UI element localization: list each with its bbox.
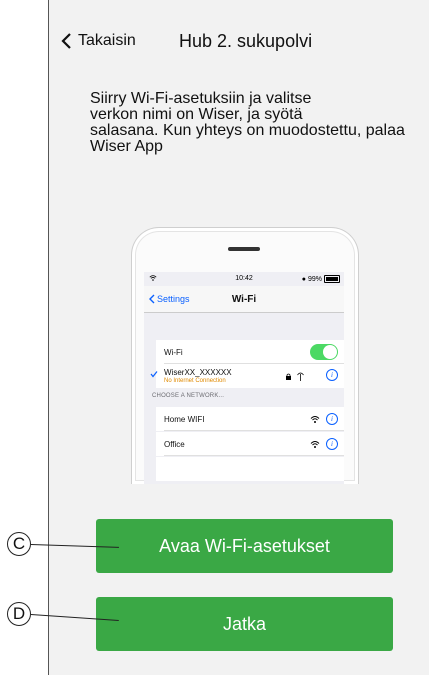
- callout-c-label: C: [7, 532, 31, 556]
- wifi-icon: [310, 416, 320, 423]
- connected-network-row: WiserXX_XXXXXX No Internet Connection i: [150, 364, 344, 388]
- header: Takaisin Hub 2. sukupolvi: [57, 28, 429, 58]
- ios-nav-title: Wi-Fi: [231, 294, 257, 305]
- info-icon: i: [326, 413, 338, 425]
- back-button[interactable]: Takaisin: [60, 32, 136, 50]
- battery-percent: 99%: [307, 275, 322, 283]
- chevron-left-icon: [61, 33, 71, 49]
- info-icon: i: [326, 369, 338, 381]
- hotspot-icon: [297, 372, 304, 381]
- page-title: Hub 2. sukupolvi: [179, 31, 313, 51]
- battery-indicator: ● 99%: [302, 275, 340, 283]
- checkmark-icon: [150, 371, 158, 378]
- no-internet-warning: No Internet Connection: [164, 378, 226, 384]
- connected-network-name: WiserXX_XXXXXX: [164, 368, 232, 377]
- phone-screen: 10:42 ● 99% Settings Wi-Fi Wi-Fi WiserXX…: [144, 272, 344, 484]
- instructions-text: Siirry Wi-Fi-asetuksiin ja valitse verko…: [90, 90, 405, 155]
- info-icon: i: [326, 438, 338, 450]
- network-row-partial: [156, 457, 344, 481]
- lock-icon: [286, 373, 291, 380]
- phone-speaker: [228, 247, 260, 251]
- network-name: Home WIFI: [164, 415, 205, 424]
- wifi-toggle: [310, 344, 338, 360]
- continue-button[interactable]: Jatka: [96, 597, 393, 651]
- network-row: Home WIFI i: [156, 407, 344, 431]
- open-wifi-settings-button[interactable]: Avaa Wi-Fi-asetukset: [96, 519, 393, 573]
- battery-icon: [324, 275, 340, 283]
- wifi-icon: [310, 441, 320, 448]
- app-screen: Takaisin Hub 2. sukupolvi Siirry Wi-Fi-a…: [48, 0, 429, 675]
- wifi-toggle-row: Wi-Fi: [156, 340, 344, 364]
- callout-d: D: [7, 602, 33, 628]
- status-bar: 10:42 ● 99%: [144, 272, 344, 286]
- back-label: Takaisin: [78, 32, 136, 49]
- phone-illustration: 10:42 ● 99% Settings Wi-Fi Wi-Fi WiserXX…: [131, 227, 359, 484]
- network-row: Office i: [156, 432, 344, 456]
- alarm-icon: ●: [301, 275, 306, 283]
- wifi-toggle-label: Wi-Fi: [164, 348, 183, 357]
- section-header: CHOOSE A NETWORK...: [152, 393, 225, 399]
- network-name: Office: [164, 440, 185, 449]
- callout-d-label: D: [7, 602, 31, 626]
- callout-c: C: [7, 532, 33, 558]
- ios-navbar: Settings Wi-Fi: [144, 286, 344, 313]
